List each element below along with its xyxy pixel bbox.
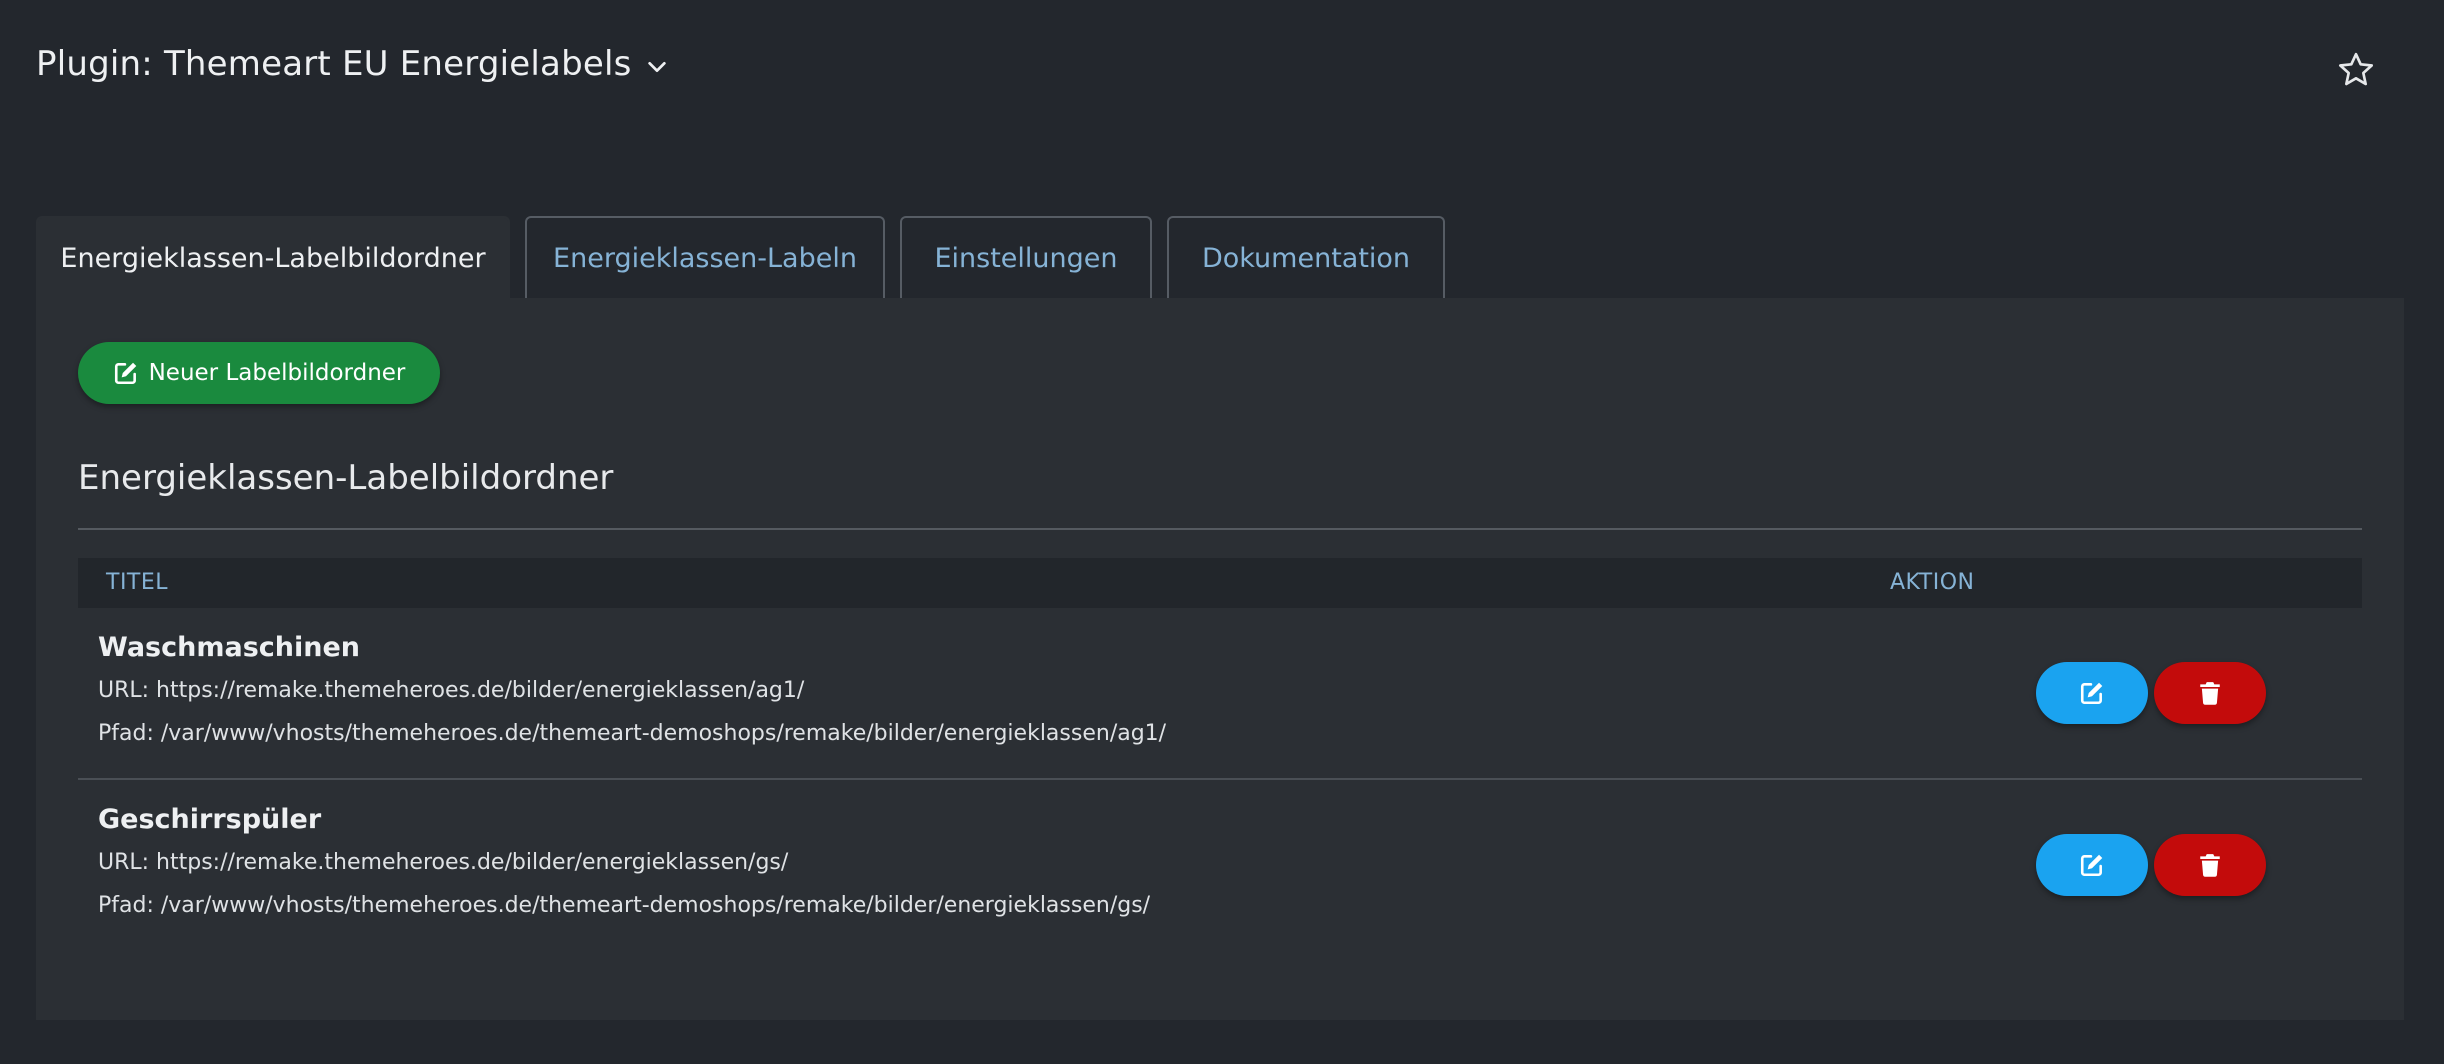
table-row: Geschirrspüler URL: https://remake.theme…: [78, 780, 2362, 952]
new-folder-button[interactable]: Neuer Labelbildordner: [78, 342, 440, 404]
column-header-title: TITEL: [106, 570, 169, 595]
row-url: URL: https://remake.themeheroes.de/bilde…: [98, 678, 805, 703]
trash-icon: [2200, 854, 2220, 877]
new-folder-label: Neuer Labelbildordner: [148, 360, 406, 386]
edit-icon: [114, 362, 136, 385]
row-path: Pfad: /var/www/vhosts/themeheroes.de/the…: [98, 721, 1167, 746]
tab-dokumentation[interactable]: Dokumentation: [1167, 216, 1445, 298]
section-divider: [78, 528, 2362, 530]
page-title: Plugin: Themeart EU Energielabels: [36, 44, 632, 84]
column-header-action: AKTION: [1890, 570, 1975, 595]
trash-icon: [2200, 682, 2220, 705]
row-url: URL: https://remake.themeheroes.de/bilde…: [98, 850, 789, 875]
edit-icon: [2080, 682, 2103, 705]
folder-table: TITEL AKTION Waschmaschinen URL: https:/…: [78, 558, 2362, 952]
edit-button[interactable]: [2036, 662, 2148, 724]
tab-bar: Energieklassen-Labelbildordner Energiekl…: [36, 216, 1445, 298]
delete-button[interactable]: [2154, 662, 2266, 724]
tab-einstellungen[interactable]: Einstellungen: [900, 216, 1152, 298]
tab-panel: Neuer Labelbildordner Energieklassen-Lab…: [36, 298, 2404, 1020]
table-header: TITEL AKTION: [78, 558, 2362, 608]
row-title: Geschirrspüler: [98, 804, 322, 835]
star-icon[interactable]: [2336, 50, 2376, 90]
delete-button[interactable]: [2154, 834, 2266, 896]
chevron-down-icon[interactable]: [646, 56, 668, 78]
row-title: Waschmaschinen: [98, 632, 360, 663]
row-path: Pfad: /var/www/vhosts/themeheroes.de/the…: [98, 893, 1151, 918]
edit-button[interactable]: [2036, 834, 2148, 896]
tab-labeln[interactable]: Energieklassen-Labeln: [525, 216, 885, 298]
page-header: Plugin: Themeart EU Energielabels: [36, 44, 668, 84]
section-title: Energieklassen-Labelbildordner: [78, 458, 614, 498]
table-row: Waschmaschinen URL: https://remake.theme…: [78, 608, 2362, 780]
edit-icon: [2080, 854, 2103, 877]
tab-labelbildordner[interactable]: Energieklassen-Labelbildordner: [36, 216, 510, 298]
